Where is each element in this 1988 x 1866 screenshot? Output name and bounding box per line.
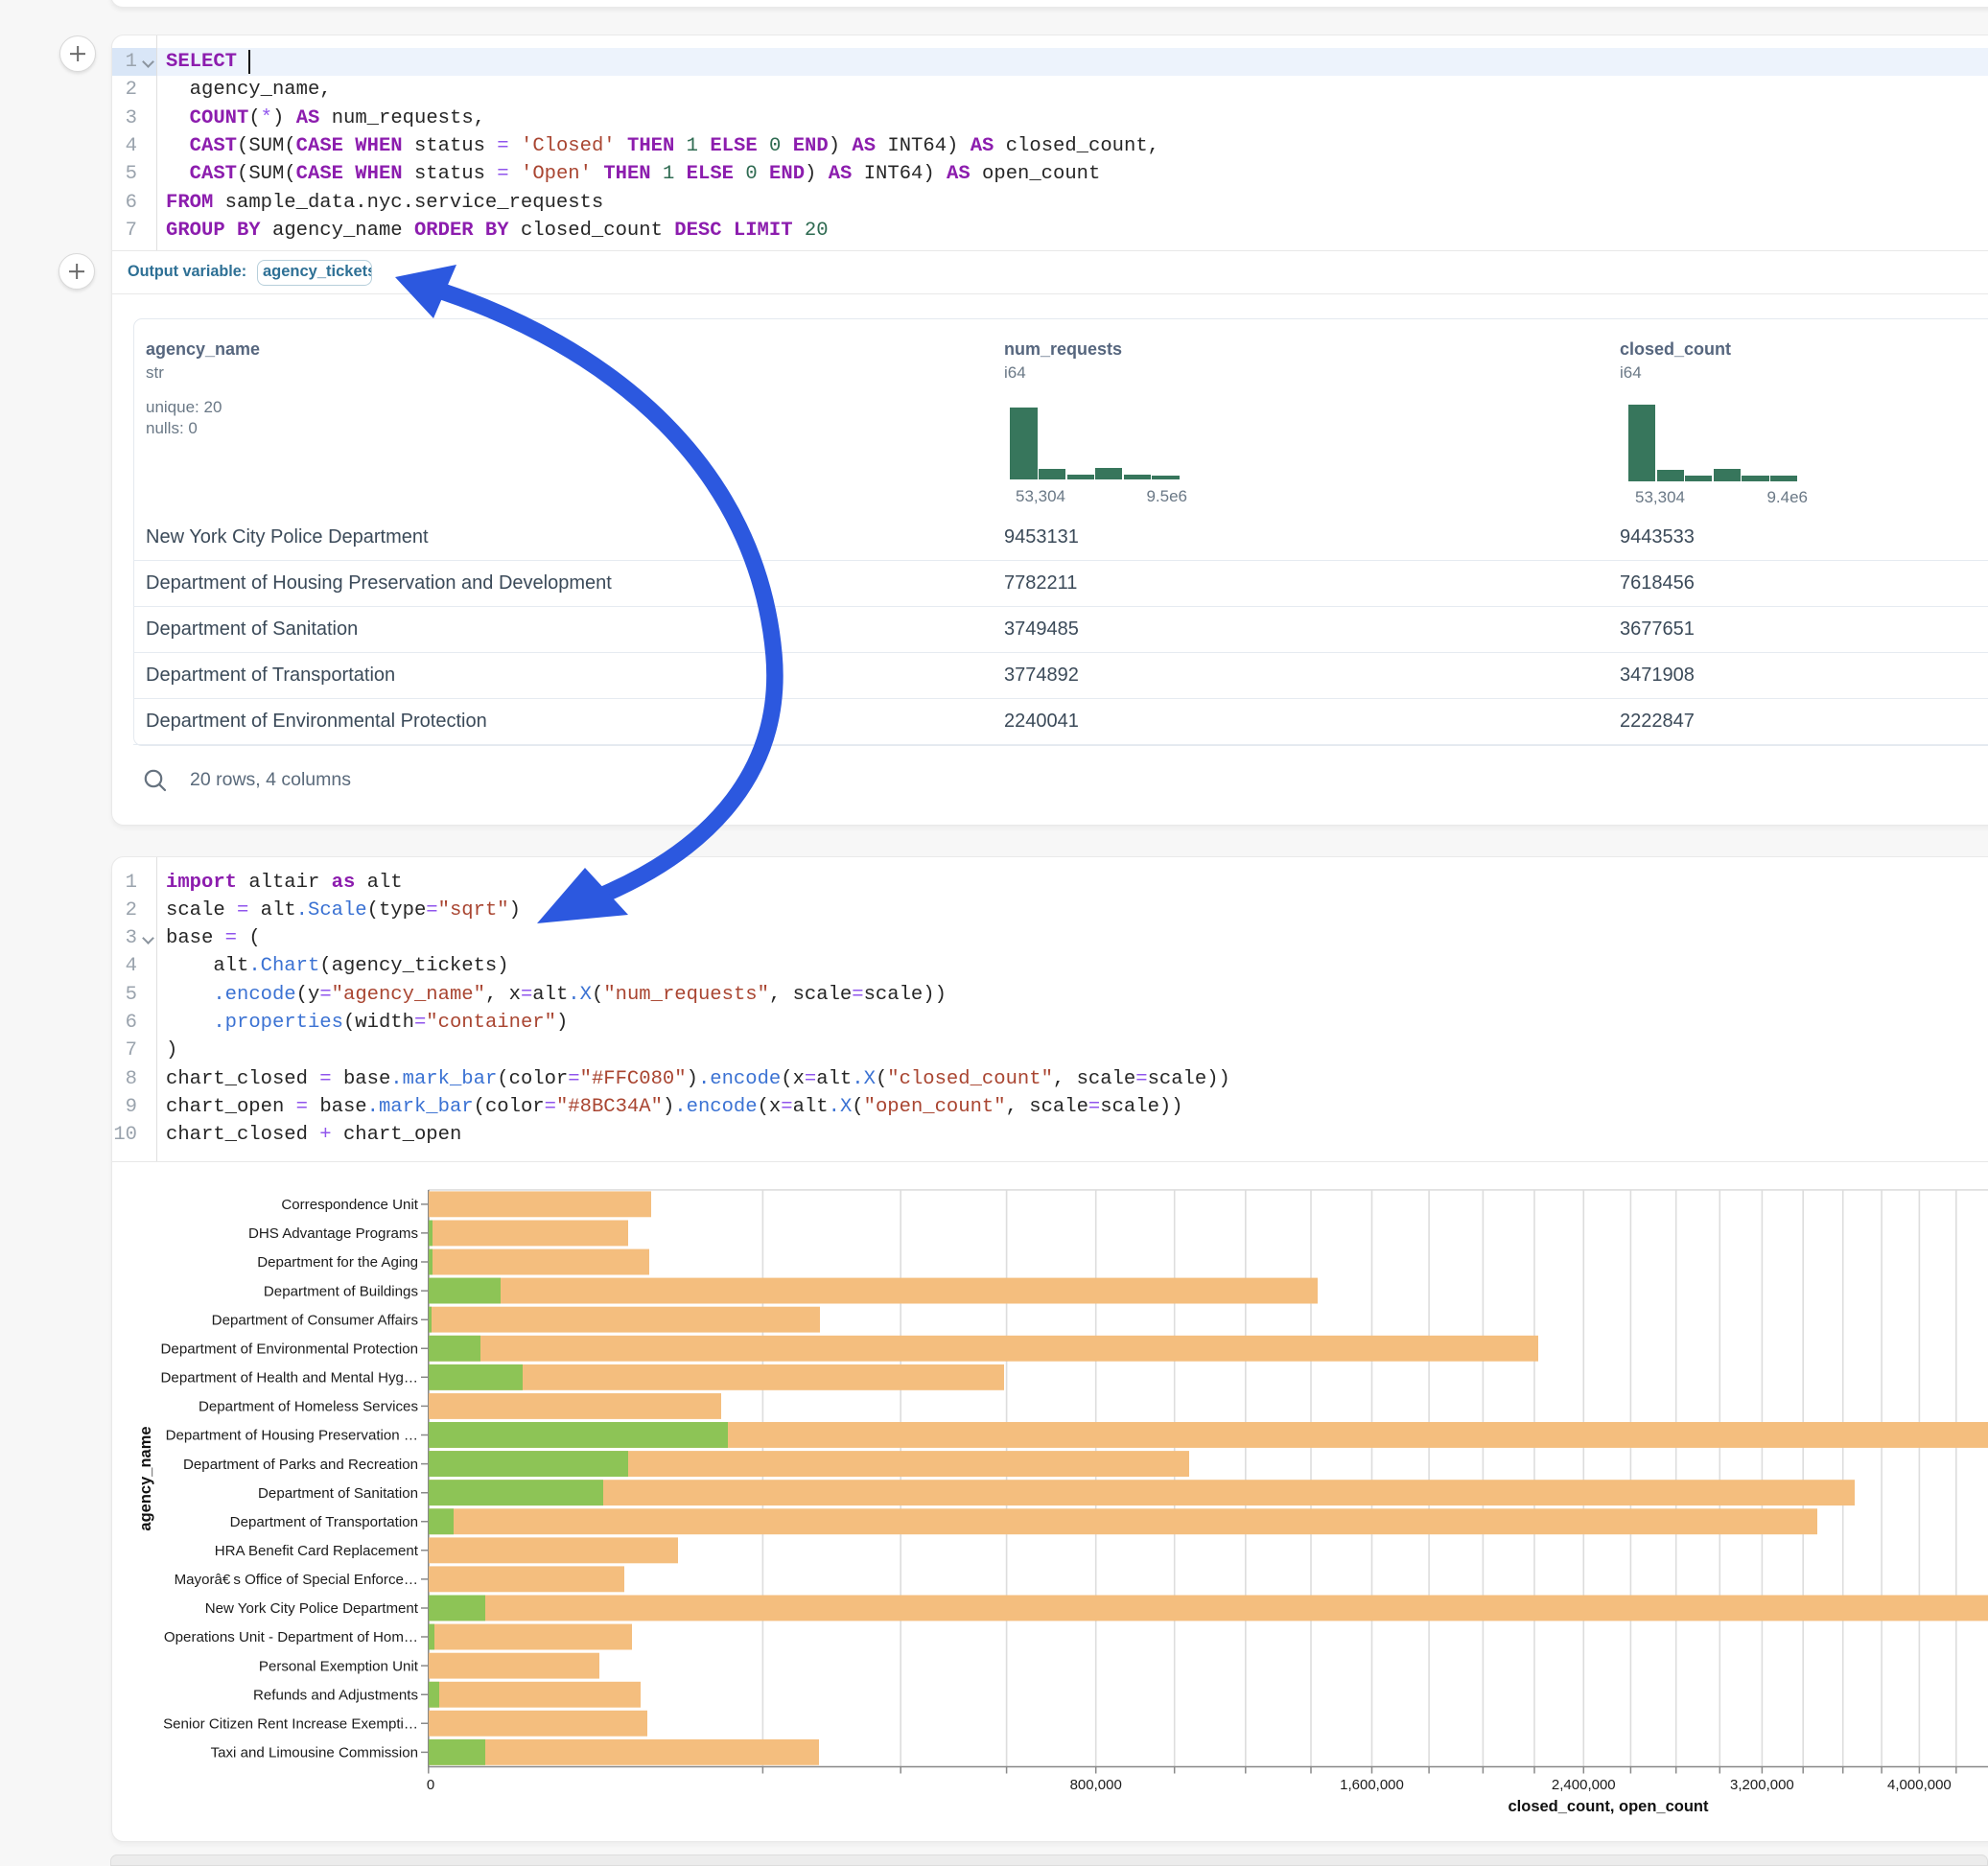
svg-text:Department of Environmental Pr: Department of Environmental Protection <box>161 1341 418 1358</box>
svg-text:1,600,000: 1,600,000 <box>1340 1777 1404 1793</box>
svg-text:3,200,000: 3,200,000 <box>1730 1777 1794 1793</box>
svg-text:New York City Police Departmen: New York City Police Department <box>205 1600 419 1617</box>
svg-text:Correspondence Unit: Correspondence Unit <box>281 1197 418 1213</box>
svg-text:2,400,000: 2,400,000 <box>1552 1777 1616 1793</box>
svg-text:HRA Benefit Card Replacement: HRA Benefit Card Replacement <box>215 1543 419 1559</box>
svg-text:800,000: 800,000 <box>1070 1777 1122 1793</box>
svg-text:closed_count, open_count: closed_count, open_count <box>1508 1798 1709 1815</box>
svg-text:Department of Consumer Affairs: Department of Consumer Affairs <box>212 1312 418 1328</box>
svg-text:Department of Sanitation: Department of Sanitation <box>258 1485 418 1502</box>
svg-text:Department of Parks and Recrea: Department of Parks and Recreation <box>183 1457 418 1473</box>
svg-text:4,000,000: 4,000,000 <box>1887 1777 1952 1793</box>
svg-text:Operations Unit - Department o: Operations Unit - Department of Hom… <box>164 1629 418 1645</box>
svg-text:Taxi and Limousine Commission: Taxi and Limousine Commission <box>211 1745 418 1761</box>
svg-text:Mayorâ€ s Office of Special En: Mayorâ€ s Office of Special Enforce… <box>175 1572 418 1588</box>
svg-text:Personal Exemption Unit: Personal Exemption Unit <box>259 1658 419 1674</box>
svg-text:Department of Housing Preserva: Department of Housing Preservation … <box>166 1428 418 1444</box>
svg-text:Department of Transportation: Department of Transportation <box>230 1514 418 1530</box>
svg-text:Department of Buildings: Department of Buildings <box>264 1283 418 1299</box>
svg-text:DHS Advantage Programs: DHS Advantage Programs <box>248 1225 418 1242</box>
svg-text:Refunds and Adjustments: Refunds and Adjustments <box>253 1687 418 1703</box>
svg-text:Department for the Aging: Department for the Aging <box>257 1254 418 1271</box>
svg-text:0: 0 <box>427 1777 434 1793</box>
svg-text:Department of Health and Menta: Department of Health and Mental Hyg… <box>161 1370 418 1387</box>
svg-text:agency_name: agency_name <box>137 1426 154 1530</box>
svg-text:Senior Citizen Rent Increase E: Senior Citizen Rent Increase Exempti… <box>163 1716 418 1733</box>
svg-text:Department of Homeless Service: Department of Homeless Services <box>199 1399 418 1415</box>
